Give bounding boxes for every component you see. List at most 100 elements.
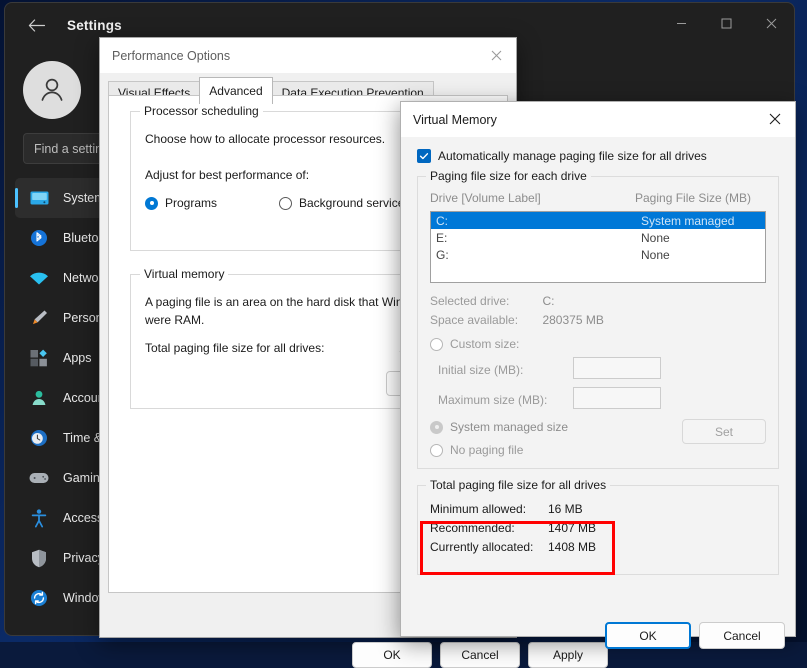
perf-apply-label: Apply <box>552 648 584 662</box>
perf-ok-button[interactable]: OK <box>352 642 432 668</box>
currently-allocated-row: Currently allocated: 1408 MB <box>430 538 596 557</box>
group-legend: Total paging file size for all drives <box>426 478 611 492</box>
auto-manage-checkbox[interactable]: Automatically manage paging file size fo… <box>417 137 779 163</box>
tab-label: Advanced <box>209 84 263 98</box>
set-button[interactable]: Set <box>682 419 766 444</box>
total-paging-group: Total paging file size for all drives Mi… <box>417 478 779 575</box>
virtual-memory-titlebar: Virtual Memory <box>401 102 795 137</box>
minimum-allowed-label: Minimum allowed: <box>430 502 527 516</box>
set-button-label: Set <box>714 424 733 439</box>
system-icon <box>27 187 51 209</box>
initial-size-field[interactable] <box>573 357 661 379</box>
accounts-icon <box>27 387 51 409</box>
radio-indicator <box>145 196 158 210</box>
network-icon <box>27 267 51 289</box>
checkmark-icon <box>417 149 431 163</box>
currently-allocated-value: 1408 MB <box>548 540 597 554</box>
bluetooth-icon <box>27 227 51 249</box>
vm-cancel-button[interactable]: Cancel <box>699 622 785 649</box>
performance-options-titlebar: Performance Options <box>100 38 516 73</box>
selected-drive-value: C: <box>542 294 555 308</box>
virtual-memory-description-line2: were RAM. <box>145 313 205 327</box>
row-size: None <box>641 247 670 262</box>
table-row[interactable]: C: System managed <box>431 212 765 229</box>
radio-custom-size[interactable]: Custom size: <box>430 337 519 351</box>
radio-system-managed-size[interactable]: System managed size <box>430 420 568 434</box>
privacy-icon <box>27 547 51 569</box>
initial-size-label: Initial size (MB): <box>438 363 524 377</box>
vm-ok-label: OK <box>639 628 657 643</box>
recommended-value: 1407 MB <box>548 521 597 535</box>
radio-indicator <box>430 420 443 434</box>
radio-indicator <box>279 196 292 210</box>
radio-no-paging-file[interactable]: No paging file <box>430 443 523 457</box>
group-legend: Processor scheduling <box>140 104 263 118</box>
paging-list-header: Drive [Volume Label] Paging File Size (M… <box>430 191 766 205</box>
column-header-drive: Drive [Volume Label] <box>430 191 541 205</box>
virtual-memory-body: Automatically manage paging file size fo… <box>401 137 795 649</box>
space-available-value: 280375 MB <box>542 313 604 327</box>
virtual-memory-dialog: Virtual Memory Automatically manage pagi… <box>400 101 796 649</box>
radio-label: Background services <box>299 196 411 210</box>
row-drive: G: <box>436 247 449 262</box>
maximize-icon[interactable] <box>704 3 749 43</box>
time-icon <box>27 427 51 449</box>
radio-label: Custom size: <box>450 337 520 351</box>
radio-indicator <box>430 443 443 457</box>
table-row[interactable]: E: None <box>431 229 765 246</box>
window-controls <box>659 3 794 43</box>
radio-label: No paging file <box>450 443 524 457</box>
close-icon[interactable] <box>755 102 795 136</box>
minimum-allowed-row: Minimum allowed: 16 MB <box>430 500 596 519</box>
maximum-size-label: Maximum size (MB): <box>438 393 548 407</box>
accessibility-icon <box>27 507 51 529</box>
radio-label: System managed size <box>450 420 569 434</box>
total-paging-label: Total paging file size for all drives: <box>145 341 325 355</box>
row-size: None <box>641 230 670 245</box>
dialog-title: Virtual Memory <box>413 112 497 127</box>
gaming-icon <box>27 467 51 489</box>
dialog-title: Performance Options <box>112 48 231 63</box>
minimize-icon[interactable] <box>659 3 704 43</box>
space-available-label: Space available: <box>430 313 519 327</box>
minimum-allowed-value: 16 MB <box>548 502 583 516</box>
radio-label: Programs <box>165 196 218 210</box>
vm-ok-button[interactable]: OK <box>605 622 691 649</box>
close-icon[interactable] <box>476 38 516 72</box>
close-icon[interactable] <box>749 3 794 43</box>
row-drive: C: <box>436 213 448 228</box>
total-paging-rows: Minimum allowed: 16 MB Recommended: 1407… <box>430 500 596 557</box>
perf-cancel-button[interactable]: Cancel <box>440 642 520 668</box>
tab-advanced[interactable]: Advanced <box>199 77 273 104</box>
recommended-label: Recommended: <box>430 521 515 535</box>
row-drive: E: <box>436 230 448 245</box>
radio-indicator <box>430 337 443 351</box>
selected-drive-label: Selected drive: <box>430 294 510 308</box>
recommended-row: Recommended: 1407 MB <box>430 519 596 538</box>
perf-apply-button[interactable]: Apply <box>528 642 608 668</box>
personalization-icon <box>27 307 51 329</box>
space-available-row: Space available: 280375 MB <box>430 311 604 329</box>
auto-manage-label: Automatically manage paging file size fo… <box>438 149 707 163</box>
perf-cancel-label: Cancel <box>461 648 499 662</box>
sidebar-item-label: Apps <box>63 351 92 365</box>
back-arrow-icon[interactable] <box>19 10 53 40</box>
paging-file-group: Paging file size for each drive Drive [V… <box>417 169 779 469</box>
processor-scheduling-prompt: Adjust for best performance of: <box>145 168 310 182</box>
radio-programs[interactable]: Programs <box>145 196 217 210</box>
group-legend: Virtual memory <box>140 267 229 281</box>
group-legend: Paging file size for each drive <box>426 169 591 183</box>
avatar <box>23 61 81 119</box>
windows-update-icon <box>27 587 51 609</box>
radio-background-services[interactable]: Background services <box>279 196 410 210</box>
maximum-size-field[interactable] <box>573 387 661 409</box>
paging-file-listbox[interactable]: C: System managed E: None G: None <box>430 211 766 283</box>
table-row[interactable]: G: None <box>431 246 765 263</box>
column-header-size: Paging File Size (MB) <box>635 191 752 205</box>
currently-allocated-label: Currently allocated: <box>430 540 534 554</box>
perf-ok-label: OK <box>383 648 401 662</box>
vm-cancel-label: Cancel <box>723 628 761 643</box>
row-size: System managed <box>641 213 735 228</box>
search-placeholder: Find a setting <box>34 141 110 156</box>
selected-drive-row: Selected drive: C: <box>430 292 554 310</box>
